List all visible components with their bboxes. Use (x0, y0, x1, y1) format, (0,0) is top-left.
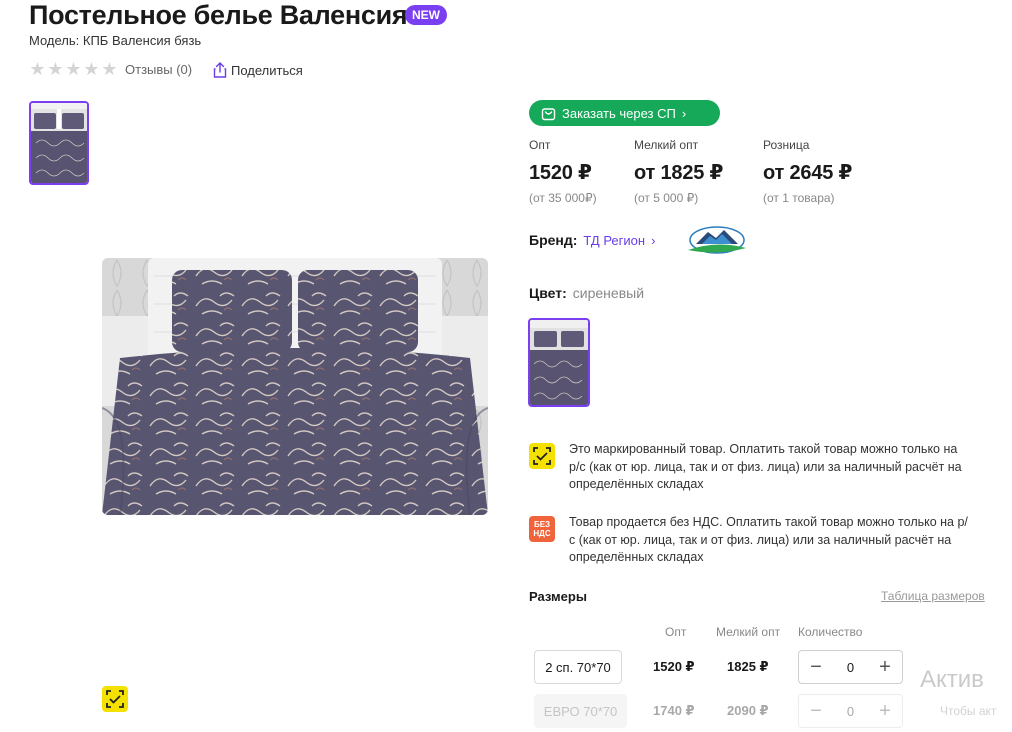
product-model: Модель: КПБ Валенсия бязь (29, 33, 202, 48)
column-header-qty: Количество (798, 625, 863, 639)
price-label: Мелкий опт (634, 138, 699, 152)
activation-watermark: Актив (920, 666, 984, 693)
quantity-stepper-disabled: − 0 + (798, 694, 903, 728)
quantity-stepper: − 0 + (798, 650, 903, 684)
price-value: от 2645 ₽ (763, 162, 853, 184)
quantity-value[interactable]: 0 (847, 660, 854, 675)
price-note: (от 5 000 ₽) (634, 191, 699, 205)
marking-notice-text: Это маркированный товар. Оплатить такой … (569, 442, 962, 491)
plus-icon: + (879, 700, 891, 722)
size-option-disabled: ЕВРО 70*70 (534, 694, 627, 728)
price-label: Розница (763, 138, 810, 152)
star-icon[interactable]: ★ (101, 60, 118, 78)
size-table-link[interactable]: Таблица размеров (881, 589, 985, 603)
plus-icon[interactable]: + (876, 657, 894, 677)
color-value: сиреневый (572, 285, 645, 301)
brand-logo-image (688, 226, 746, 254)
product-title: Постельное белье Валенсия (29, 0, 408, 30)
activation-watermark-subtext: Чтобы акт (940, 704, 997, 718)
brand-logo[interactable] (686, 222, 748, 258)
color-label: Цвет: (529, 285, 567, 301)
row-price-small-opt: 2090 ₽ (727, 703, 769, 718)
price-value: 1520 ₽ (529, 162, 592, 184)
brand-label: Бренд: (529, 232, 578, 248)
row-price-small-opt: 1825 ₽ (727, 659, 769, 674)
price-note: (от 35 000₽) (529, 191, 597, 205)
row-price-opt: 1520 ₽ (653, 659, 695, 674)
price-retail: Розница от 2645 ₽ (от 1 товара) (763, 138, 852, 205)
no-vat-notice-text: Товар продается без НДС. Оплатить такой … (569, 515, 968, 564)
quantity-value: 0 (846, 703, 855, 719)
price-value: от 1825 ₽ (634, 162, 724, 184)
bedding-photo (102, 258, 488, 515)
no-vat-icon-text: БЕЗ НДС (533, 520, 551, 538)
marking-notice: Это маркированный товар. Оплатить такой … (529, 441, 969, 494)
sizes-title: Размеры (529, 589, 587, 604)
color-swatch-lilac[interactable] (528, 318, 590, 407)
share-button[interactable]: Поделиться (213, 62, 303, 78)
star-icon[interactable]: ★ (29, 60, 46, 78)
star-icon[interactable]: ★ (83, 60, 100, 78)
minus-icon: − (810, 700, 822, 722)
order-button-label: Заказать через СП (562, 105, 676, 121)
minus-icon[interactable]: − (807, 657, 825, 677)
price-note: (от 1 товара) (763, 191, 835, 205)
price-small-opt: Мелкий опт от 1825 ₽ (от 5 000 ₽) (634, 138, 723, 205)
price-label: Опт (529, 138, 551, 152)
size-option[interactable]: 2 сп. 70*70 (534, 650, 622, 684)
brand-link[interactable]: ТД Регион (583, 233, 645, 248)
reviews-link[interactable]: Отзывы (0) (125, 62, 192, 77)
column-header-small-opt: Мелкий опт (716, 625, 781, 639)
rating: ★ ★ ★ ★ ★ Отзывы (0) (29, 60, 192, 78)
new-badge: NEW (405, 5, 447, 25)
share-icon (213, 62, 227, 78)
cart-icon (541, 107, 556, 120)
column-header-opt: Опт (665, 625, 687, 639)
row-price-opt: 1740 ₽ (653, 703, 695, 718)
star-icon[interactable]: ★ (65, 60, 82, 78)
rating-stars[interactable]: ★ ★ ★ ★ ★ (29, 60, 118, 78)
share-label: Поделиться (231, 62, 303, 78)
color-row: Цвет: сиреневый (529, 285, 644, 301)
gallery-thumbnail[interactable] (29, 101, 89, 185)
no-vat-icon: БЕЗ НДС (529, 516, 555, 542)
price-opt: Опт 1520 ₽ (от 35 000₽) (529, 138, 597, 205)
main-product-image[interactable] (102, 258, 488, 515)
marking-icon (529, 443, 555, 469)
chevron-right-icon[interactable]: › (651, 233, 655, 248)
swatch-image (530, 320, 588, 405)
thumbnail-image (31, 103, 87, 183)
marking-icon (102, 686, 128, 712)
order-via-sp-button[interactable]: Заказать через СП › (529, 100, 720, 126)
chevron-right-icon: › (681, 105, 687, 121)
star-icon[interactable]: ★ (47, 60, 64, 78)
no-vat-notice: БЕЗ НДС Товар продается без НДС. Оплатит… (529, 514, 969, 567)
brand-row: Бренд: ТД Регион › (529, 232, 655, 248)
